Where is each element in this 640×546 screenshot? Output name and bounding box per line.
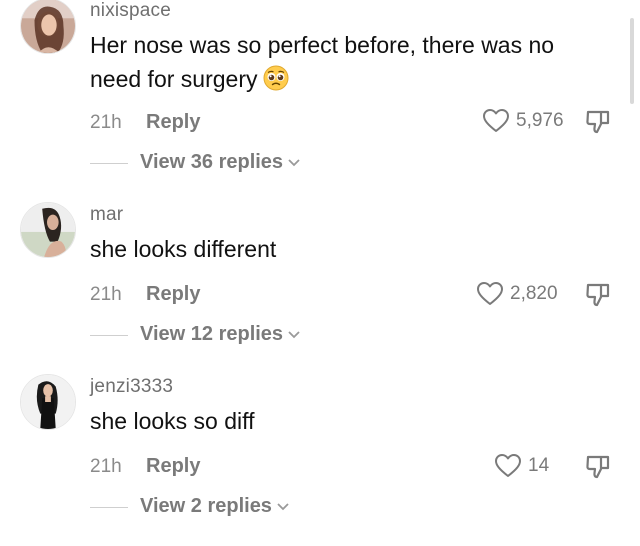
- comment-text-body: Her nose was so perfect before, there wa…: [90, 32, 555, 92]
- view-replies-label: View 12 replies: [140, 323, 284, 345]
- avatar[interactable]: [20, 0, 76, 54]
- like-button[interactable]: 5,976: [482, 108, 564, 134]
- view-replies-button[interactable]: View 2 replies: [140, 495, 290, 518]
- view-replies-button[interactable]: View 12 replies: [140, 323, 301, 346]
- divider: [90, 163, 128, 164]
- chevron-down-icon: [283, 151, 301, 174]
- comment-username[interactable]: jenzi3333: [90, 376, 173, 398]
- reply-button[interactable]: Reply: [146, 455, 200, 478]
- like-count: 14: [528, 455, 550, 476]
- view-replies-button[interactable]: View 36 replies: [140, 151, 301, 174]
- chevron-down-icon: [272, 495, 290, 518]
- avatar[interactable]: [20, 202, 76, 258]
- comment-timestamp: 21h: [90, 112, 122, 133]
- comment-timestamp: 21h: [90, 456, 122, 477]
- chevron-down-icon: [283, 323, 301, 346]
- thumbs-down-icon[interactable]: [584, 279, 614, 309]
- heart-outline-icon: [494, 453, 522, 479]
- like-count: 5,976: [516, 110, 564, 131]
- divider: [90, 507, 128, 508]
- comment-username[interactable]: nixispace: [90, 0, 171, 22]
- comment-text: she looks different: [90, 236, 277, 262]
- like-button[interactable]: 14: [494, 453, 549, 479]
- heart-outline-icon: [476, 281, 504, 307]
- reply-button[interactable]: Reply: [146, 111, 200, 134]
- view-replies-label: View 36 replies: [140, 151, 284, 173]
- thumbs-down-icon[interactable]: [584, 106, 614, 136]
- divider: [90, 335, 128, 336]
- thumbs-down-icon[interactable]: [584, 451, 614, 481]
- like-count: 2,820: [510, 283, 558, 304]
- like-button[interactable]: 2,820: [476, 281, 558, 307]
- scrollbar[interactable]: [630, 18, 634, 104]
- comment-username[interactable]: mar: [90, 204, 123, 226]
- view-replies-label: View 2 replies: [140, 495, 272, 517]
- comment-text: Her nose was so perfect before, there wa…: [90, 28, 610, 96]
- comment-text: she looks so diff: [90, 408, 255, 434]
- heart-outline-icon: [482, 108, 510, 134]
- comment-timestamp: 21h: [90, 284, 122, 305]
- pleading-face-emoji-icon: [263, 65, 289, 91]
- avatar[interactable]: [20, 374, 76, 430]
- reply-button[interactable]: Reply: [146, 283, 200, 306]
